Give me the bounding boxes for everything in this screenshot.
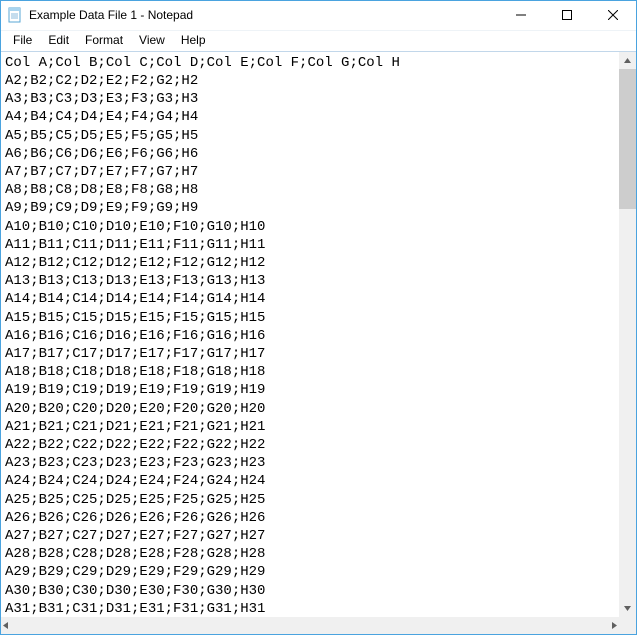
notepad-icon	[7, 7, 23, 23]
window-controls	[498, 1, 636, 30]
menu-help[interactable]: Help	[173, 32, 214, 49]
scrollbar-corner	[619, 617, 636, 634]
vertical-scroll-track[interactable]	[619, 69, 636, 600]
editor-area: Col A;Col B;Col C;Col D;Col E;Col F;Col …	[1, 52, 636, 617]
vertical-scroll-thumb[interactable]	[619, 69, 636, 209]
close-button[interactable]	[590, 1, 636, 30]
text-editor[interactable]: Col A;Col B;Col C;Col D;Col E;Col F;Col …	[1, 52, 619, 617]
vertical-scrollbar[interactable]	[619, 52, 636, 617]
content-area: Col A;Col B;Col C;Col D;Col E;Col F;Col …	[1, 51, 636, 634]
scroll-right-button[interactable]	[610, 617, 619, 634]
scroll-up-button[interactable]	[619, 52, 636, 69]
menu-view[interactable]: View	[131, 32, 173, 49]
title-bar[interactable]: Example Data File 1 - Notepad	[1, 1, 636, 31]
notepad-window: Example Data File 1 - Notepad File Edit …	[0, 0, 637, 635]
menu-file[interactable]: File	[5, 32, 40, 49]
maximize-button[interactable]	[544, 1, 590, 30]
menu-edit[interactable]: Edit	[40, 32, 77, 49]
horizontal-scrollbar[interactable]	[1, 617, 636, 634]
window-title: Example Data File 1 - Notepad	[29, 8, 193, 22]
minimize-button[interactable]	[498, 1, 544, 30]
scroll-down-button[interactable]	[619, 600, 636, 617]
menu-format[interactable]: Format	[77, 32, 131, 49]
scroll-left-button[interactable]	[1, 617, 10, 634]
menu-bar: File Edit Format View Help	[1, 31, 636, 51]
horizontal-scroll-track[interactable]	[10, 617, 610, 634]
